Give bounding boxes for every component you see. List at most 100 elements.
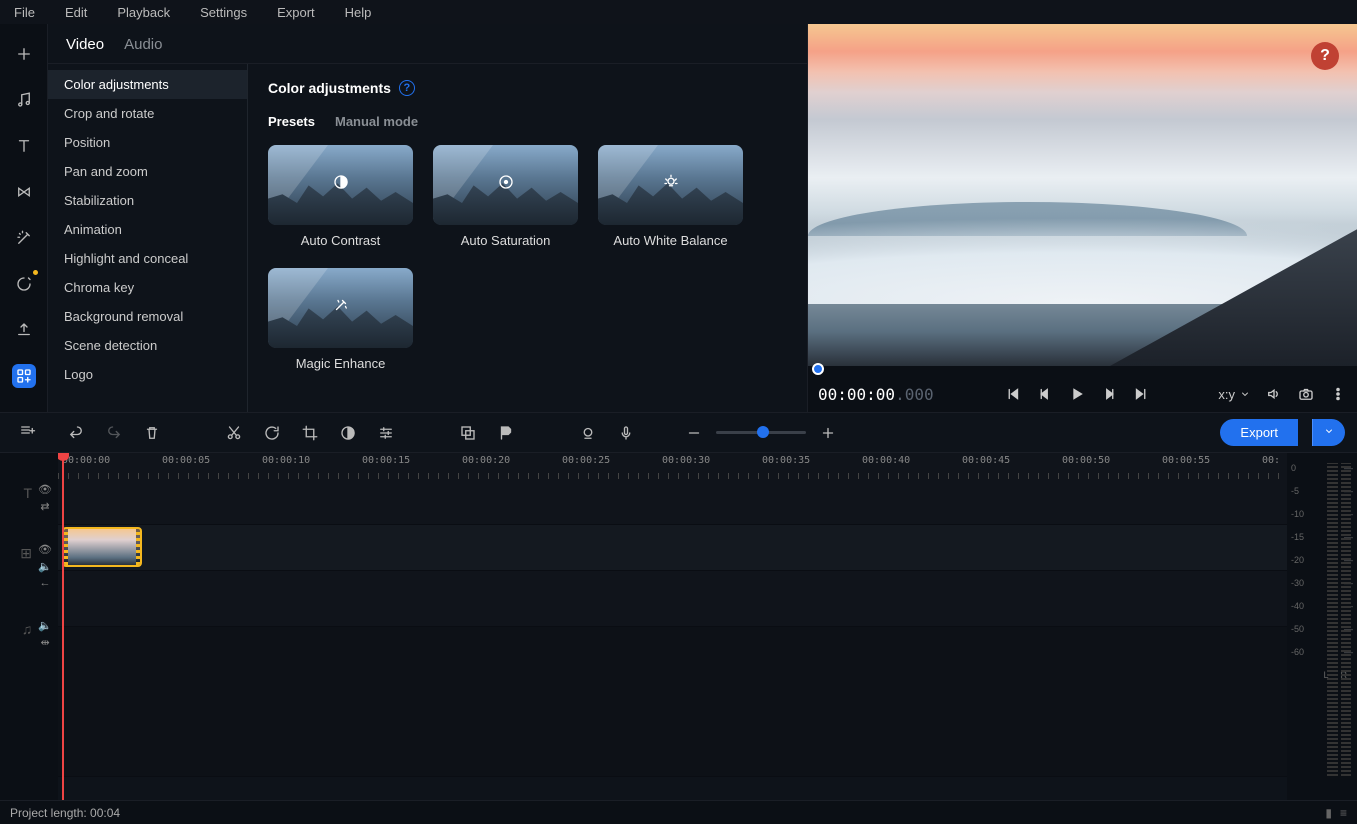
preset-magic-enhance[interactable]: Magic Enhance: [268, 268, 413, 371]
video-track[interactable]: [58, 525, 1287, 571]
preset-auto-white-balance[interactable]: Auto White Balance: [598, 145, 743, 248]
timecode: 00:00:00.000: [818, 385, 990, 404]
ruler-tick: 00:00:55: [1162, 455, 1210, 466]
view-mode-1-icon[interactable]: ▮: [1325, 806, 1332, 820]
menu-file[interactable]: File: [8, 3, 41, 22]
back-icon[interactable]: ←: [40, 577, 51, 589]
content-title: Color adjustments?: [268, 80, 415, 96]
transition-icon[interactable]: [12, 180, 36, 204]
preset-auto-saturation[interactable]: Auto Saturation: [433, 145, 578, 248]
crop-icon[interactable]: [298, 421, 322, 445]
zoom-slider[interactable]: [716, 431, 806, 434]
zoom-knob[interactable]: [757, 426, 769, 438]
eye-icon[interactable]: 👁: [38, 543, 52, 556]
sound-icon[interactable]: 🔈: [38, 560, 52, 573]
tab-video[interactable]: Video: [66, 36, 104, 53]
sidebar-item-background-removal[interactable]: Background removal: [48, 302, 247, 331]
text-icon[interactable]: [12, 134, 36, 158]
track-gutter: T 👁 ⇄ ⊞ 👁 🔈 ← ♫ 🔈 ⇹: [0, 453, 58, 800]
preset-label: Auto Saturation: [461, 233, 551, 248]
unlink-icon[interactable]: ⇹: [41, 636, 50, 649]
skip-start-icon[interactable]: [1004, 385, 1022, 403]
sticker-icon[interactable]: [12, 272, 36, 296]
audio-track[interactable]: [58, 571, 1287, 627]
status-bar: Project length: 00:04 ▮ ≡: [0, 800, 1357, 824]
sidebar-item-pan-zoom[interactable]: Pan and zoom: [48, 157, 247, 186]
timeline-ruler[interactable]: 00:00:00 00:00:05 00:00:10 00:00:15 00:0…: [58, 453, 1287, 479]
panel-tabs: Video Audio: [48, 24, 807, 64]
preview-controls: 00:00:00.000 x:y: [808, 376, 1357, 412]
sidebar-item-animation[interactable]: Animation: [48, 215, 247, 244]
add-track-icon[interactable]: [18, 421, 36, 442]
sidebar-item-highlight-conceal[interactable]: Highlight and conceal: [48, 244, 247, 273]
sound-icon[interactable]: 🔈: [38, 619, 52, 632]
zoom-in-icon[interactable]: [816, 421, 840, 445]
empty-track-area[interactable]: [58, 627, 1287, 777]
cut-icon[interactable]: [222, 421, 246, 445]
export-dropdown[interactable]: [1312, 419, 1345, 446]
preset-auto-contrast[interactable]: Auto Contrast: [268, 145, 413, 248]
timeline-tracks[interactable]: 00:00:00 00:00:05 00:00:10 00:00:15 00:0…: [58, 453, 1287, 800]
menu-help[interactable]: Help: [339, 3, 378, 22]
overlay-icon[interactable]: [456, 421, 480, 445]
ruler-tick: 00:00:40: [862, 455, 910, 466]
export-icon[interactable]: [12, 318, 36, 342]
sidebar-item-scene-detection[interactable]: Scene detection: [48, 331, 247, 360]
sidebar-item-crop-rotate[interactable]: Crop and rotate: [48, 99, 247, 128]
zoom-out-icon[interactable]: [682, 421, 706, 445]
snapshot-icon[interactable]: [1297, 385, 1315, 403]
record-screen-icon[interactable]: [576, 421, 600, 445]
redo-icon[interactable]: [102, 421, 126, 445]
menu-export[interactable]: Export: [271, 3, 321, 22]
help-button[interactable]: ?: [1311, 42, 1339, 70]
saturation-icon: [497, 173, 515, 197]
sidebar-item-position[interactable]: Position: [48, 128, 247, 157]
sidebar-item-color-adjustments[interactable]: Color adjustments: [48, 70, 247, 99]
more-tools-icon[interactable]: [12, 364, 36, 388]
ruler-tick: 00:00:00: [62, 455, 110, 466]
meter-label: -40: [1291, 601, 1304, 611]
eye-icon[interactable]: 👁: [38, 483, 52, 496]
menu-playback[interactable]: Playback: [111, 3, 176, 22]
music-icon[interactable]: [12, 88, 36, 112]
sidebar-item-logo[interactable]: Logo: [48, 360, 247, 389]
playhead[interactable]: [62, 453, 64, 800]
view-mode-2-icon[interactable]: ≡: [1340, 806, 1347, 820]
marker-icon[interactable]: [494, 421, 518, 445]
text-track[interactable]: [58, 479, 1287, 525]
preset-label: Auto Contrast: [301, 233, 381, 248]
video-clip[interactable]: [62, 527, 142, 567]
progress-handle[interactable]: [812, 363, 824, 375]
prev-frame-icon[interactable]: [1036, 385, 1054, 403]
help-icon[interactable]: ?: [399, 80, 415, 96]
adjust-icon[interactable]: [374, 421, 398, 445]
magic-wand-icon[interactable]: [12, 226, 36, 250]
text-track-icon: T: [23, 483, 32, 501]
undo-icon[interactable]: [64, 421, 88, 445]
menu-edit[interactable]: Edit: [59, 3, 93, 22]
play-icon[interactable]: [1068, 385, 1086, 403]
preview-progress[interactable]: [808, 366, 1357, 376]
subtab-presets[interactable]: Presets: [268, 114, 315, 129]
color-icon[interactable]: [336, 421, 360, 445]
rotate-icon[interactable]: [260, 421, 284, 445]
sidebar-item-stabilization[interactable]: Stabilization: [48, 186, 247, 215]
add-icon[interactable]: [12, 42, 36, 66]
volume-icon[interactable]: [1265, 385, 1283, 403]
menu-settings[interactable]: Settings: [194, 3, 253, 22]
link-icon[interactable]: ⇄: [40, 500, 49, 513]
sidebar-item-chroma-key[interactable]: Chroma key: [48, 273, 247, 302]
delete-icon[interactable]: [140, 421, 164, 445]
menu-bar: File Edit Playback Settings Export Help: [0, 0, 1357, 24]
more-icon[interactable]: [1329, 385, 1347, 403]
aspect-ratio-button[interactable]: x:y: [1218, 385, 1251, 403]
record-mic-icon[interactable]: [614, 421, 638, 445]
ruler-tick: 00:00:35: [762, 455, 810, 466]
ruler-tick: 00:: [1262, 455, 1280, 466]
audio-track-icon: ♫: [22, 619, 33, 637]
export-button[interactable]: Export: [1220, 419, 1298, 446]
subtab-manual[interactable]: Manual mode: [335, 114, 418, 129]
next-frame-icon[interactable]: [1100, 385, 1118, 403]
tab-audio[interactable]: Audio: [124, 36, 162, 53]
skip-end-icon[interactable]: [1132, 385, 1150, 403]
